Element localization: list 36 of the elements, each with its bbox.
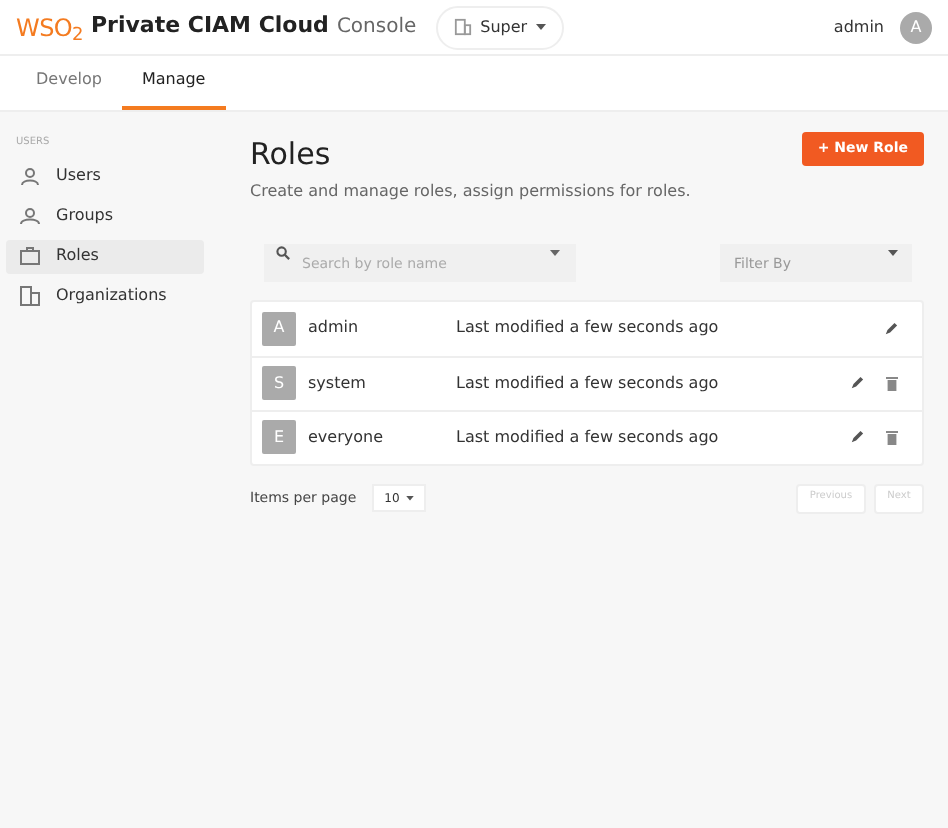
modified-time: Last modified a few seconds ago <box>456 371 719 395</box>
tenant-dropdown[interactable]: Super <box>436 5 564 49</box>
sidebar-item[interactable]: Groups <box>6 199 204 233</box>
edit-icon[interactable] <box>850 430 864 444</box>
delete-icon[interactable] <box>886 375 898 391</box>
sidebar-item[interactable]: Organizations <box>6 279 204 313</box>
role-name: admin <box>308 316 361 340</box>
caret-icon <box>550 249 560 257</box>
edit-icon[interactable] <box>884 321 898 335</box>
modified-time: Last modified a few seconds ago <box>456 316 719 340</box>
page-title: Roles <box>250 134 333 176</box>
briefcase-icon <box>20 246 40 266</box>
role-avatar: A <box>262 311 296 345</box>
edit-icon[interactable] <box>850 376 864 390</box>
role-avatar: E <box>262 420 296 454</box>
caret-icon <box>888 249 898 257</box>
sidebar-item[interactable]: Roles <box>6 239 204 273</box>
sidebar-item[interactable]: Users <box>6 159 204 193</box>
role-name: system <box>308 371 368 395</box>
caret-icon <box>535 23 546 31</box>
building-icon <box>454 18 473 36</box>
delete-icon[interactable] <box>886 429 898 445</box>
role-avatar: S <box>262 366 296 400</box>
caret-icon <box>405 495 414 501</box>
page-subtitle: Create and manage roles, assign permissions for roles. <box>250 179 691 203</box>
search-icon <box>276 245 290 259</box>
user-name: admin <box>833 15 884 39</box>
building-icon <box>20 286 40 306</box>
product-name: Private CIAM Cloud <box>90 10 329 43</box>
role-name: everyone <box>308 425 385 449</box>
user-icon <box>20 166 40 186</box>
product-suffix: Console <box>336 14 417 42</box>
logo: WSO$_{2}$ <box>16 11 83 45</box>
tab[interactable]: Manage <box>121 54 226 110</box>
modified-time: Last modified a few seconds ago <box>456 425 719 449</box>
tab[interactable]: Develop <box>16 54 122 110</box>
